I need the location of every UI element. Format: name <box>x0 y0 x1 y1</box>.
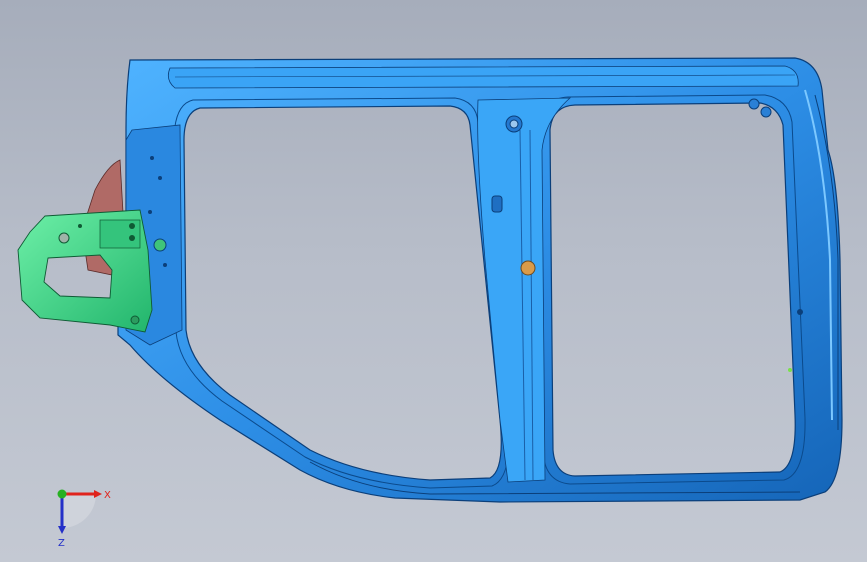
y-axis-point <box>57 489 67 499</box>
front-window-flange <box>173 97 510 489</box>
x-axis-label: X <box>104 490 111 501</box>
coordinate-triad-icon: X Z <box>57 489 111 548</box>
z-axis-label: Z <box>58 538 65 548</box>
door-frame-model[interactable] <box>0 0 867 562</box>
rear-window-flange <box>539 94 806 485</box>
cad-viewport[interactable]: X Z <box>0 0 867 562</box>
z-axis-arrow <box>58 526 66 534</box>
x-axis-arrow <box>94 490 102 498</box>
